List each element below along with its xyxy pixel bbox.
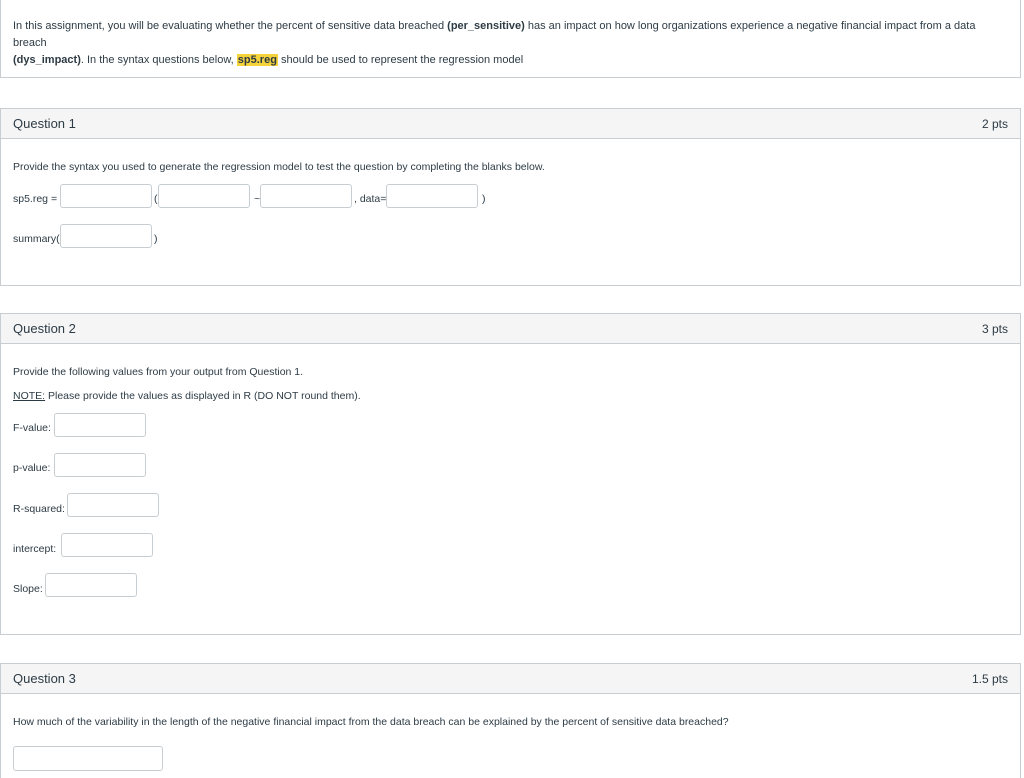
question-3-points: 1.5 pts xyxy=(971,671,1008,686)
question-3-title: Question 3 xyxy=(13,671,76,686)
intercept-label: intercept: xyxy=(13,543,57,555)
question-1-header: Question 1 2 pts xyxy=(1,109,1020,139)
question-3-header: Question 3 1.5 pts xyxy=(1,664,1020,694)
intro-var-dys-impact: (dys_impact) xyxy=(13,54,81,66)
question-1: Question 1 2 pts Provide the syntax you … xyxy=(0,108,1021,286)
intro-text-3: . In the syntax questions below, xyxy=(80,54,237,66)
r-squared-label: R-squared: xyxy=(13,503,65,515)
question-2: Question 2 3 pts Provide the following v… xyxy=(0,313,1021,635)
intercept-field[interactable] xyxy=(61,533,153,557)
intro-text-1: In this assignment, you will be evaluati… xyxy=(13,20,448,32)
p-value-field[interactable] xyxy=(54,453,146,477)
slope-field[interactable] xyxy=(45,573,137,597)
question-2-header: Question 2 3 pts xyxy=(1,314,1020,344)
f-value-label: F-value: xyxy=(13,422,51,434)
f-value-field[interactable] xyxy=(54,413,146,437)
note-text: Please provide the values as displayed i… xyxy=(45,390,361,402)
variability-answer-field[interactable] xyxy=(13,746,163,771)
slope-label: Slope: xyxy=(13,583,43,595)
close-paren: ) xyxy=(482,193,486,205)
question-3: Question 3 1.5 pts How much of the varia… xyxy=(0,663,1021,778)
question-2-title: Question 2 xyxy=(13,321,76,336)
blank-summary-field[interactable] xyxy=(60,224,152,248)
question-2-prompt: Provide the following values from your o… xyxy=(13,366,304,378)
question-3-prompt: How much of the variability in the lengt… xyxy=(13,716,729,728)
open-paren: ( xyxy=(154,193,158,205)
p-value-label: p-value: xyxy=(13,462,51,474)
reg-label: sp5.reg = xyxy=(13,193,58,205)
question-1-points: 2 pts xyxy=(981,116,1008,131)
question-1-title: Question 1 xyxy=(13,116,76,131)
note-label: NOTE: xyxy=(13,390,46,402)
question-2-points: 3 pts xyxy=(981,321,1008,336)
intro-var-per-sensitive: (per_sensitive) xyxy=(447,20,525,32)
intro-text-4: should be used to represent the regressi… xyxy=(277,54,524,66)
blank-function-field[interactable] xyxy=(60,184,152,208)
blank-data-field[interactable] xyxy=(386,184,478,208)
question-1-prompt: Provide the syntax you used to generate … xyxy=(13,161,545,173)
r-squared-field[interactable] xyxy=(67,493,159,517)
data-label: , data= xyxy=(354,193,387,205)
blank-dependent-field[interactable] xyxy=(158,184,250,208)
question-2-note: NOTE: Please provide the values as displ… xyxy=(13,390,361,402)
intro-highlight-sp5reg: sp5.reg xyxy=(236,54,278,66)
blank-independent-field[interactable] xyxy=(260,184,352,208)
summary-close-paren: ) xyxy=(154,233,158,245)
summary-label: summary( xyxy=(13,233,60,245)
assignment-intro: In this assignment, you will be evaluati… xyxy=(0,0,1021,78)
